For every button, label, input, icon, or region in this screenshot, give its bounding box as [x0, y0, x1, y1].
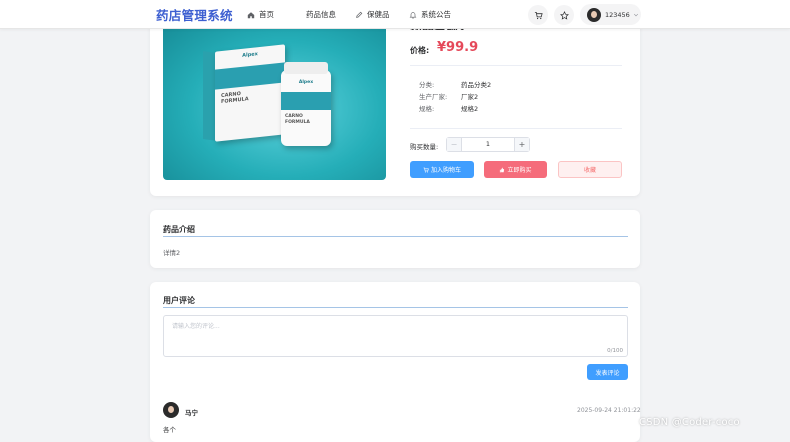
- nav-item-drug-info[interactable]: 药品信息: [306, 0, 336, 29]
- comment-content: 各个: [163, 426, 176, 434]
- bottle-name-line1: CARNO: [285, 114, 303, 119]
- box-band: [215, 62, 285, 90]
- box-product-name: CARNO FORMULA: [221, 90, 249, 105]
- comment-placeholder: 请输入您的评论...: [172, 323, 220, 330]
- username: 123456: [605, 10, 630, 19]
- product-price: ¥99.9: [437, 40, 479, 55]
- bottle-product-name: CARNO FORMULA: [285, 114, 310, 125]
- edit-icon: [356, 11, 363, 18]
- nav-item-home[interactable]: 首页: [247, 0, 274, 29]
- star-icon: [559, 10, 569, 20]
- nav-item-label: 药品信息: [306, 10, 336, 19]
- top-navbar: 药店管理系统 首页 药品信息 保健品 系统公告 123456: [0, 0, 790, 29]
- buy-now-button[interactable]: 立即购买: [484, 161, 547, 178]
- nav-item-label: 保健品: [367, 10, 390, 19]
- comment-textarea[interactable]: 请输入您的评论... 0/100: [163, 315, 628, 357]
- spec-label: 分类:: [419, 81, 435, 89]
- intro-title: 药品介绍: [163, 225, 195, 234]
- quantity-stepper[interactable]: − 1 +: [446, 137, 530, 152]
- char-counter: 0/100: [607, 348, 623, 354]
- button-label: 加入购物车: [430, 167, 461, 174]
- bottle-band: [281, 92, 331, 110]
- intro-text: 详情2: [163, 249, 181, 257]
- product-image: Alpex CARNO FORMULA Alpex CARNO FORMULA: [163, 22, 386, 180]
- quantity-input[interactable]: 1: [462, 138, 514, 151]
- quantity-label: 购买数量:: [410, 143, 439, 151]
- button-label: 立即购买: [507, 167, 532, 174]
- comment-avatar: [163, 402, 179, 418]
- add-to-cart-button[interactable]: 加入购物车: [410, 161, 474, 178]
- avatar: [587, 7, 601, 22]
- spec-value: 药品分类2: [461, 81, 492, 89]
- increase-button[interactable]: +: [514, 138, 529, 151]
- bottle-cap: [284, 62, 328, 74]
- product-bottle: Alpex CARNO FORMULA: [281, 62, 331, 146]
- section-divider: [163, 236, 628, 237]
- bell-icon: [409, 11, 417, 18]
- price-label: 价格:: [410, 46, 430, 55]
- nav-item-label: 系统公告: [421, 10, 451, 19]
- user-menu[interactable]: 123456: [580, 4, 641, 25]
- product-box: Alpex CARNO FORMULA: [215, 44, 285, 142]
- cart-icon: [534, 11, 543, 19]
- spec-label: 规格:: [419, 105, 435, 113]
- decrease-button[interactable]: −: [447, 138, 462, 151]
- spec-value: 规格2: [461, 105, 479, 113]
- nav-item-announcements[interactable]: 系统公告: [409, 0, 451, 29]
- submit-comment-button[interactable]: 发表评论: [587, 364, 628, 380]
- chevron-down-icon: [633, 13, 638, 16]
- comments-card: [150, 282, 640, 442]
- spec-label: 生产厂家:: [419, 93, 448, 101]
- cart-icon: [423, 167, 429, 172]
- cart-button[interactable]: [528, 5, 548, 25]
- favorite-button[interactable]: 收藏: [558, 161, 622, 178]
- spec-value: 厂家2: [461, 93, 479, 101]
- divider: [410, 128, 622, 129]
- app-logo-title[interactable]: 药店管理系统: [156, 5, 233, 24]
- nav-item-label: 首页: [259, 10, 274, 19]
- watermark: CSDN @Coder-coco: [639, 417, 740, 428]
- favorites-button[interactable]: [554, 5, 574, 25]
- comment-author: 马宁: [185, 409, 198, 417]
- box-brand: Alpex: [242, 51, 258, 59]
- bottle-name-line2: FORMULA: [285, 119, 310, 125]
- section-divider: [163, 307, 628, 308]
- divider: [410, 65, 622, 66]
- nav-item-health-products[interactable]: 保健品: [355, 0, 390, 29]
- intro-card: [150, 210, 640, 268]
- comment-time: 2025-09-24 21:01:22: [577, 407, 641, 414]
- home-icon: [247, 11, 255, 18]
- button-label: 收藏: [583, 167, 596, 174]
- comments-title: 用户评论: [163, 296, 195, 305]
- thumb-up-icon: [500, 167, 505, 172]
- bottle-brand: Alpex: [298, 80, 314, 85]
